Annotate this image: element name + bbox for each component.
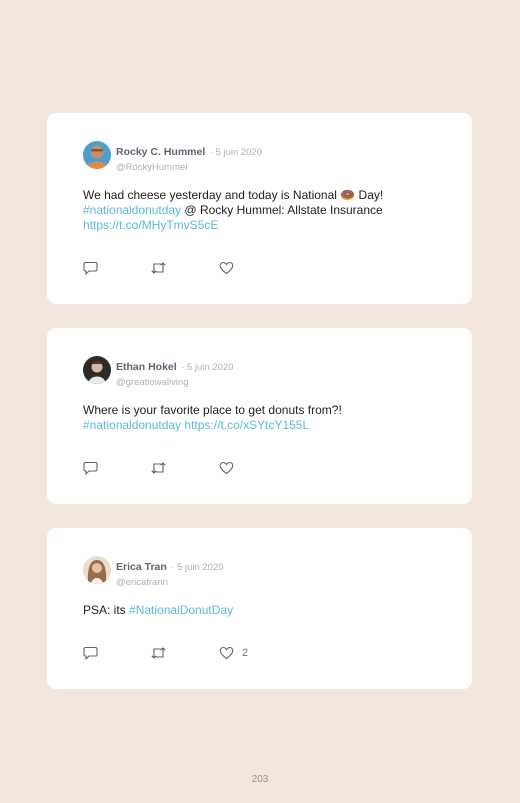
speech-bubble-icon <box>83 646 98 660</box>
author-handle[interactable]: @ericatrann <box>116 577 224 588</box>
retweet-arrows-icon <box>150 261 167 275</box>
retweet-button[interactable] <box>150 460 167 476</box>
tweet-text: We had cheese yesterday and today is Nat… <box>83 188 442 233</box>
tweet-date[interactable]: · 5 juin 2020 <box>171 562 223 573</box>
like-button[interactable] <box>219 260 242 276</box>
heart-icon <box>219 261 234 275</box>
retweet-arrows-icon <box>150 646 167 660</box>
author-name[interactable]: Erica Tran <box>116 561 167 573</box>
author-name[interactable]: Rocky C. Hummel <box>116 146 205 158</box>
tweet-date[interactable]: · 5 juin 2020 <box>181 362 233 373</box>
tweet-text-segment: PSA: its <box>83 603 130 617</box>
page-number: 203 <box>251 774 269 785</box>
retweet-button[interactable] <box>150 260 167 276</box>
tweet-meta: Rocky C. Hummel · 5 juin 2020 @RockyHumm… <box>116 142 262 173</box>
avatar[interactable] <box>83 141 111 169</box>
retweet-button[interactable] <box>150 645 167 661</box>
reply-button[interactable] <box>83 460 98 476</box>
reply-button[interactable] <box>83 645 98 661</box>
tweet-text-line: We had cheese yesterday and today is Nat… <box>83 188 384 202</box>
tweet-card: Rocky C. Hummel · 5 juin 2020 @RockyHumm… <box>47 113 472 304</box>
like-button[interactable]: 2 <box>219 645 248 661</box>
heart-icon <box>219 461 234 475</box>
author-handle[interactable]: @greatiowaliving <box>116 377 233 388</box>
retweet-arrows-icon <box>150 461 167 475</box>
avatar[interactable] <box>83 356 111 384</box>
like-button[interactable] <box>219 460 242 476</box>
tweet-meta: Ethan Hokel · 5 juin 2020 @greatiowalivi… <box>116 357 233 388</box>
author-name[interactable]: Ethan Hokel <box>116 361 177 373</box>
tweet-text-line: #nationaldonutday @ Rocky Hummel: Allsta… <box>83 203 442 218</box>
speech-bubble-icon <box>83 461 98 475</box>
tweet-card: Ethan Hokel · 5 juin 2020 @greatiowalivi… <box>47 328 472 504</box>
tweet-text-line: Where is your favorite place to get donu… <box>83 403 342 417</box>
tweet-text-segment: @ Rocky Hummel: Allstate Insurance <box>181 203 383 217</box>
hashtag-link[interactable]: #NationalDonutDay <box>129 603 233 617</box>
heart-icon <box>219 646 234 660</box>
hashtag-link[interactable]: #nationaldonutday https://t.co/xSYtcY155… <box>83 418 442 433</box>
reply-button[interactable] <box>83 260 98 276</box>
tweet-text-line: PSA: its #NationalDonutDay <box>83 603 442 618</box>
hashtag-link[interactable]: #nationaldonutday <box>83 203 181 217</box>
tweet-meta: Erica Tran · 5 juin 2020 @ericatrann <box>116 557 224 588</box>
avatar[interactable] <box>83 556 111 584</box>
speech-bubble-icon <box>83 261 98 275</box>
like-count: 2 <box>242 647 249 659</box>
tweet-card: Erica Tran · 5 juin 2020 @ericatrann PSA… <box>47 528 472 689</box>
tweet-text: Where is your favorite place to get donu… <box>83 403 442 433</box>
tweet-date[interactable]: · 5 juin 2020 <box>210 147 262 158</box>
tweet-text: PSA: its #NationalDonutDay <box>83 603 442 618</box>
author-handle[interactable]: @RockyHummel <box>116 162 262 173</box>
url-link[interactable]: https://t.co/MHyTmvS5cE <box>83 218 442 233</box>
